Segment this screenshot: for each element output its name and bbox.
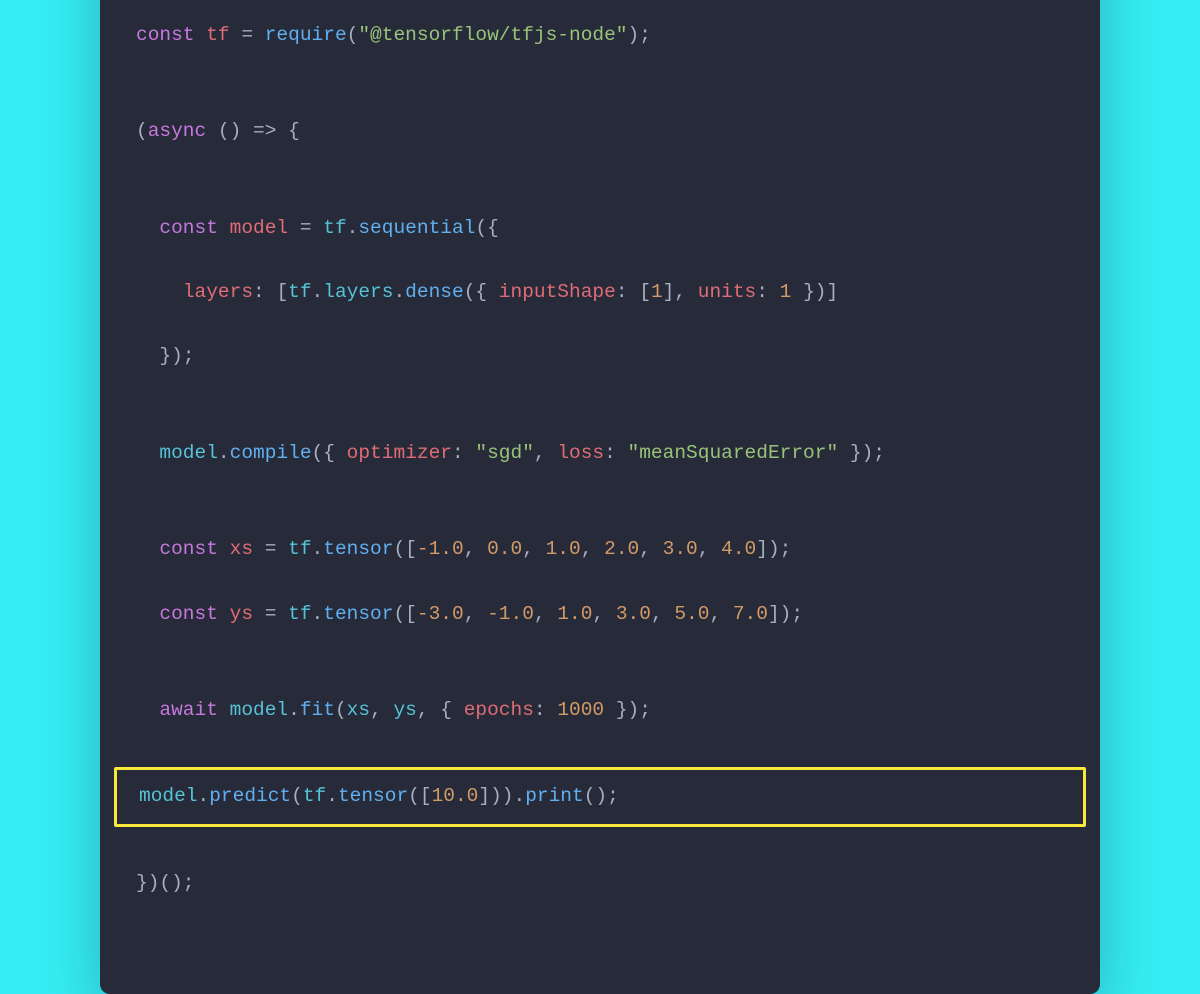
code-line: const tf = require("@tensorflow/tfjs-nod… <box>100 19 1100 51</box>
code-block: const tf = require("@tensorflow/tfjs-nod… <box>100 0 1100 964</box>
code-line: (async () => { <box>100 115 1100 147</box>
code-line: })(); <box>100 867 1100 899</box>
code-line: }); <box>100 340 1100 372</box>
code-line: const ys = tf.tensor([-3.0, -1.0, 1.0, 3… <box>100 598 1100 630</box>
highlighted-line: model.predict(tf.tensor([10.0])).print()… <box>114 767 1086 827</box>
code-line: model.compile({ optimizer: "sgd", loss: … <box>100 437 1100 469</box>
code-line: const xs = tf.tensor([-1.0, 0.0, 1.0, 2.… <box>100 533 1100 565</box>
code-line: const model = tf.sequential({ <box>100 212 1100 244</box>
code-line: layers: [tf.layers.dense({ inputShape: [… <box>100 276 1100 308</box>
code-line: await model.fit(xs, ys, { epochs: 1000 }… <box>100 694 1100 726</box>
code-window: const tf = require("@tensorflow/tfjs-nod… <box>100 0 1100 994</box>
